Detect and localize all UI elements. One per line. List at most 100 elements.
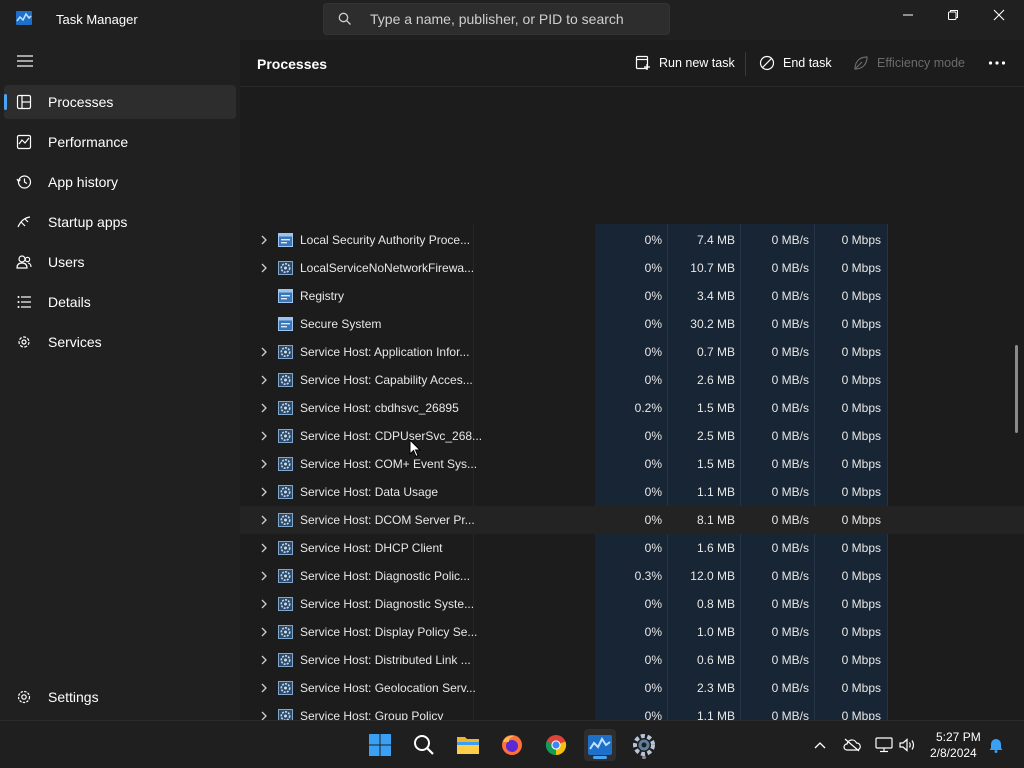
efficiency-mode-button[interactable]: Efficiency mode <box>853 48 965 78</box>
search-box[interactable] <box>323 3 670 35</box>
app-title: Task Manager <box>56 12 138 27</box>
sidebar-item-settings[interactable]: Settings <box>4 680 236 714</box>
chevron-right-icon[interactable] <box>260 431 268 441</box>
chevron-right-icon[interactable] <box>260 347 268 357</box>
chevron-right-icon[interactable] <box>260 683 268 693</box>
taskbar-task-manager[interactable] <box>584 729 616 761</box>
volume-tray[interactable] <box>898 735 918 755</box>
chevron-right-icon[interactable] <box>260 235 268 245</box>
run-new-task-button[interactable]: Run new task <box>635 48 735 78</box>
chevron-right-icon[interactable] <box>260 599 268 609</box>
table-row[interactable]: Service Host: DHCP Client 0% 1.6 MB 0 MB/s 0… <box>240 534 1024 562</box>
disk-cell: 0 MB/s <box>771 541 809 555</box>
taskbar-search-button[interactable] <box>408 729 440 761</box>
table-row[interactable]: Service Host: DCOM Server Pr... 0% 8.1 MB 0… <box>240 506 1024 534</box>
taskbar-settings[interactable] <box>628 729 660 761</box>
process-name: Service Host: COM+ Event Sys... <box>300 457 478 471</box>
more-options-icon <box>988 61 1006 65</box>
leaf-icon <box>854 56 868 70</box>
disk-cell: 0 MB/s <box>771 681 809 695</box>
memory-cell: 10.7 MB <box>690 261 735 275</box>
table-row[interactable]: Service Host: Diagnostic Syste... 0% 0.8 M… <box>240 590 1024 618</box>
restore-icon <box>948 10 958 20</box>
settings-label: Settings <box>48 689 99 705</box>
task-manager-logo-icon <box>16 11 32 25</box>
chevron-right-icon[interactable] <box>260 375 268 385</box>
table-row[interactable]: LocalServiceNoNetworkFirewa... 0% 10.7 MB 0… <box>240 254 1024 282</box>
network-cell: 0 Mbps <box>841 261 881 275</box>
users-icon <box>16 255 32 269</box>
table-row[interactable]: Registry 0% 3.4 MB 0 MB/s 0 Mbps <box>240 282 1024 310</box>
chevron-right-icon[interactable] <box>260 403 268 413</box>
notifications-button[interactable] <box>986 735 1006 755</box>
mouse-cursor-icon <box>409 439 421 458</box>
memory-cell: 0.8 MB <box>696 597 735 611</box>
table-row[interactable]: Service Host: Distributed Link ... 0% 0.6 … <box>240 646 1024 674</box>
search-icon <box>338 12 351 25</box>
chevron-right-icon[interactable] <box>260 571 268 581</box>
sidebar-item-processes[interactable]: Processes <box>4 85 236 119</box>
cpu-cell: 0% <box>644 625 662 639</box>
vertical-scrollbar[interactable] <box>1015 345 1018 433</box>
chevron-right-icon[interactable] <box>260 487 268 497</box>
service-host-gear-icon <box>278 261 293 275</box>
service-host-gear-icon <box>278 681 293 695</box>
chevron-right-icon[interactable] <box>260 515 268 525</box>
chevron-right-icon[interactable] <box>260 459 268 469</box>
more-options-button[interactable] <box>988 48 1014 78</box>
close-icon <box>993 9 1005 21</box>
onedrive-tray[interactable] <box>842 735 862 755</box>
sidebar-item-app-history[interactable]: App history <box>4 165 236 199</box>
taskbar-firefox[interactable] <box>496 729 528 761</box>
network-cell: 0 Mbps <box>841 233 881 247</box>
cpu-cell: 0% <box>644 513 662 527</box>
chevron-right-icon[interactable] <box>260 263 268 273</box>
process-name: Secure System <box>300 317 382 331</box>
end-task-button[interactable]: End task <box>759 48 832 78</box>
sidebar-item-users[interactable]: Users <box>4 245 236 279</box>
taskbar-chrome[interactable] <box>540 729 572 761</box>
end-task-label: End task <box>783 56 832 70</box>
search-input[interactable] <box>370 4 660 34</box>
clock-time[interactable]: 5:27 PM <box>936 730 981 744</box>
table-row[interactable]: Local Security Authority Proce... 0% 7.4 M… <box>240 226 1024 254</box>
clock-date[interactable]: 2/8/2024 <box>930 746 977 760</box>
service-host-gear-icon <box>278 513 293 527</box>
network-cell: 0 Mbps <box>841 429 881 443</box>
toolbar: Processes Run new task End task Efficien… <box>240 40 1024 87</box>
sidebar-item-startup-apps[interactable]: Startup apps <box>4 205 236 239</box>
main-panel: Processes Run new task End task Efficien… <box>240 40 1024 723</box>
table-row[interactable]: Service Host: Data Usage 0% 1.1 MB 0 MB/s 0 … <box>240 478 1024 506</box>
restore-button[interactable] <box>930 0 976 30</box>
memory-cell: 8.1 MB <box>696 513 735 527</box>
disk-cell: 0 MB/s <box>771 401 809 415</box>
process-name: Service Host: Data Usage <box>300 485 439 499</box>
table-row[interactable]: Service Host: CDPUserSvc_268... 0% 2.5 MB 0… <box>240 422 1024 450</box>
table-row[interactable]: Service Host: Diagnostic Polic... 0.3% 12.… <box>240 562 1024 590</box>
close-button[interactable] <box>976 0 1022 30</box>
sidebar-item-details[interactable]: Details <box>4 285 236 319</box>
table-row[interactable]: Service Host: Display Policy Se... 0% 1.0 … <box>240 618 1024 646</box>
process-name: Service Host: Application Infor... <box>300 345 470 359</box>
table-row[interactable]: Service Host: Capability Acces... 0% 2.6 M… <box>240 366 1024 394</box>
table-row[interactable]: Service Host: Application Infor... 0% 0.7 … <box>240 338 1024 366</box>
taskbar-start-button[interactable] <box>364 729 396 761</box>
show-hidden-icons-button[interactable] <box>810 735 830 755</box>
table-row[interactable]: Service Host: cbdhsvc_26895 0.2% 1.5 MB 0 M… <box>240 394 1024 422</box>
sidebar-item-performance[interactable]: Performance <box>4 125 236 159</box>
chevron-right-icon[interactable] <box>260 655 268 665</box>
sidebar-item-services[interactable]: Services <box>4 325 236 359</box>
hamburger-menu-icon[interactable] <box>16 54 34 68</box>
process-window-icon <box>278 317 293 331</box>
table-row[interactable]: Secure System 0% 30.2 MB 0 MB/s 0 Mbps <box>240 310 1024 338</box>
disk-cell: 0 MB/s <box>771 317 809 331</box>
chevron-right-icon[interactable] <box>260 627 268 637</box>
sidebar-item-label: Startup apps <box>48 214 128 230</box>
task-manager-icon <box>588 735 612 755</box>
taskbar-file-explorer[interactable] <box>452 729 484 761</box>
table-row[interactable]: Service Host: Geolocation Serv... 0% 2.3 M… <box>240 674 1024 702</box>
network-tray[interactable] <box>874 735 894 755</box>
minimize-button[interactable] <box>885 0 931 30</box>
chevron-right-icon[interactable] <box>260 543 268 553</box>
table-row[interactable]: Service Host: COM+ Event Sys... 0% 1.5 MB 0… <box>240 450 1024 478</box>
